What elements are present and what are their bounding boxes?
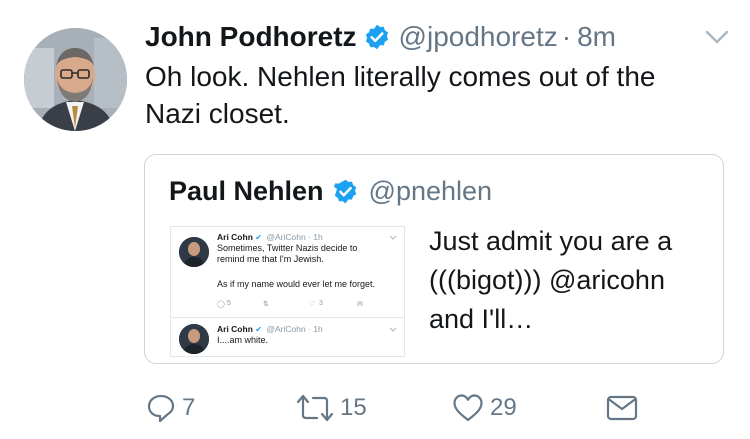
tweet-text: Oh look. Nehlen literally comes out of t… xyxy=(145,61,656,129)
embedded-text-line: I....am white. xyxy=(217,335,269,345)
embedded-handle: @AriCohn · 1h xyxy=(266,232,323,242)
reply-button[interactable]: 7 xyxy=(146,388,195,428)
tweet-action-bar: 7 15 29 xyxy=(0,388,750,428)
embedded-text-line: Sometimes, Twitter Nazis decide to xyxy=(217,243,358,253)
verified-badge-icon xyxy=(365,24,388,50)
author-avatar[interactable] xyxy=(24,28,127,131)
author-name[interactable]: John Podhoretz xyxy=(145,21,357,53)
embedded-actions: ◯ 5 ⇅ ♡ 3 ✉ xyxy=(217,300,377,310)
mail-icon xyxy=(606,395,638,421)
embedded-text-line: As if my name would ever let me forget. xyxy=(217,279,376,289)
heart-icon xyxy=(453,394,483,422)
reply-icon: ◯ xyxy=(217,301,225,308)
quoted-author-handle: @pnehlen xyxy=(368,175,493,206)
quoted-author-name: Paul Nehlen xyxy=(169,175,324,206)
heart-icon: ♡ xyxy=(309,301,316,308)
embedded-header: Ari Cohn ✔ @AriCohn · 1h xyxy=(217,232,323,242)
chevron-down-icon xyxy=(389,235,397,240)
embedded-like-count: 3 xyxy=(319,300,323,307)
embedded-name: Ari Cohn xyxy=(217,232,253,242)
embedded-avatar xyxy=(179,237,209,267)
verified-badge-icon: ✔ xyxy=(255,233,262,242)
reply-count: 7 xyxy=(182,394,196,421)
embedded-text-line: remind me that I'm Jewish. xyxy=(217,254,324,264)
quoted-tweet-card[interactable]: Paul Nehlen @pnehlen Ari Cohn ✔ @AriCohn… xyxy=(144,154,724,364)
chevron-down-icon xyxy=(389,327,397,332)
embedded-avatar xyxy=(179,324,209,354)
author-handle[interactable]: @jpodhoretz xyxy=(399,21,558,53)
quoted-tweet-image[interactable]: Ari Cohn ✔ @AriCohn · 1h Sometimes, Twit… xyxy=(170,226,405,357)
retweet-button[interactable]: 15 xyxy=(296,388,367,428)
embedded-name: Ari Cohn xyxy=(217,324,253,334)
chevron-down-icon[interactable] xyxy=(704,28,730,46)
retweet-count: 15 xyxy=(340,394,367,421)
embedded-tweet-1: Ari Cohn ✔ @AriCohn · 1h Sometimes, Twit… xyxy=(171,227,404,317)
like-count: 29 xyxy=(490,394,517,421)
tweet-header: John Podhoretz @jpodhoretz · 8m xyxy=(145,14,616,60)
separator-dot: · xyxy=(561,21,572,52)
reply-icon xyxy=(147,394,175,423)
avatar-photo xyxy=(24,28,127,131)
quoted-tweet-header: Paul Nehlen @pnehlen xyxy=(169,171,492,211)
tweet-timestamp[interactable]: 8m xyxy=(577,21,616,53)
direct-message-button[interactable] xyxy=(606,388,638,428)
retweet-icon: ⇅ xyxy=(263,301,269,308)
embedded-tweet-2: Ari Cohn ✔ @AriCohn · 1h I....am white. xyxy=(171,318,404,356)
verified-badge-icon: ✔ xyxy=(255,325,262,334)
embedded-reply-count: 5 xyxy=(227,300,231,307)
verified-badge-icon xyxy=(333,179,356,203)
embedded-handle: @AriCohn · 1h xyxy=(266,324,323,334)
embedded-header: Ari Cohn ✔ @AriCohn · 1h xyxy=(217,324,323,334)
quoted-tweet-text: Just admit you are a (((bigot))) @aricoh… xyxy=(429,226,673,334)
like-button[interactable]: 29 xyxy=(452,388,517,428)
retweet-icon xyxy=(296,394,334,422)
mail-icon: ✉ xyxy=(357,301,363,308)
